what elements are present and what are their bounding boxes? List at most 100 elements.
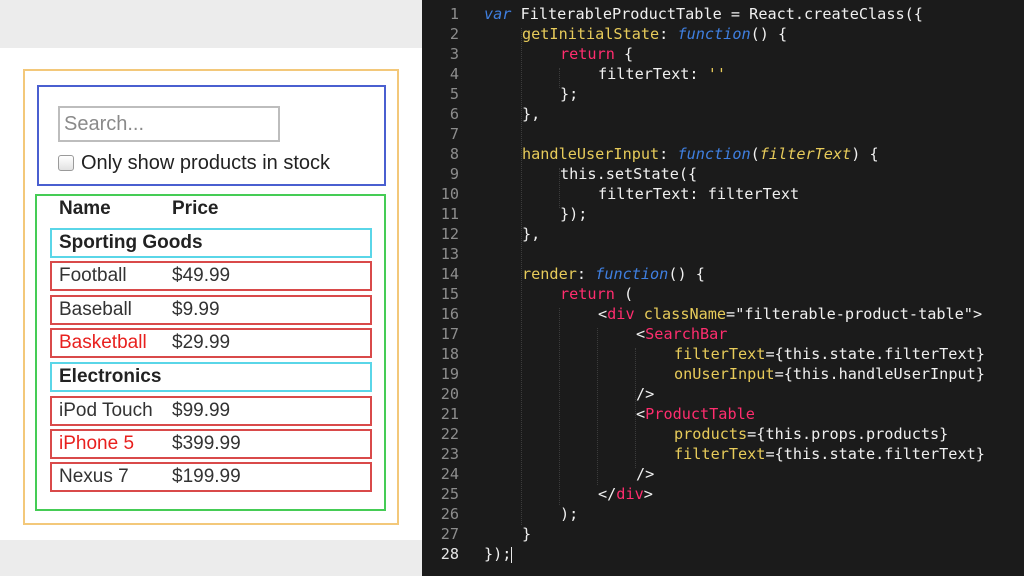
code-line: 15 return ( [422, 284, 1024, 304]
jsx-attribute: filterText [674, 345, 766, 363]
code-line: 2 getInitialState: function() { [422, 24, 1024, 44]
code-text: < [636, 405, 646, 423]
string-literal: "filterable-product-table" [735, 305, 973, 323]
code-line: 13 [422, 244, 1024, 264]
line-number: 20 [440, 385, 459, 403]
line-number: 1 [449, 5, 459, 23]
code-text: = [726, 305, 736, 323]
product-name-out-of-stock: iPhone 5 [59, 433, 135, 454]
mockup-canvas: Only show products in stock Name Price S… [0, 48, 422, 540]
jsx-attribute: onUserInput [674, 365, 775, 383]
category-row-label: Electronics [59, 366, 162, 387]
line-number: 27 [440, 525, 459, 543]
code-text: }); [560, 205, 588, 223]
function-name: getInitialState [522, 25, 660, 43]
code-line: 5}; [422, 84, 1024, 104]
line-number: 11 [440, 205, 459, 223]
line-number: 23 [440, 445, 459, 463]
in-stock-checkbox[interactable] [58, 155, 74, 171]
code-text: }); [484, 545, 512, 563]
function-name: handleUserInput [522, 145, 660, 163]
line-number: 14 [440, 265, 459, 283]
line-number: 4 [449, 65, 459, 83]
code-text: : [659, 25, 678, 43]
code-line: 27} [422, 524, 1024, 544]
line-number: 13 [440, 245, 459, 263]
code-line: 1 var FilterableProductTable = React.crea… [422, 4, 1024, 24]
code-text: } [522, 525, 532, 543]
code-text: ={this.handleUserInput} [774, 365, 985, 383]
keyword: var [484, 5, 512, 23]
code-text: this.setState({ [560, 165, 698, 183]
code-text: > [972, 305, 983, 323]
code-text: ) { [851, 145, 879, 163]
jsx-attribute: products [674, 425, 748, 443]
search-input[interactable] [58, 106, 280, 142]
code-line: 21 <ProductTable [422, 404, 1024, 424]
code-text: ={this.state.filterText} [765, 445, 985, 463]
product-price: $199.99 [172, 466, 241, 487]
code-line: 11}); [422, 204, 1024, 224]
code-line: 18 filterText={this.state.filterText} [422, 344, 1024, 364]
code-text: < [598, 305, 608, 323]
product-price: $9.99 [172, 299, 220, 320]
code-text: { [614, 45, 634, 63]
code-text: /> [636, 385, 655, 403]
line-number: 5 [449, 85, 459, 103]
in-stock-label: Only show products in stock [81, 151, 330, 174]
code-line: 26); [422, 504, 1024, 524]
code-line: 4 filterText: '' [422, 64, 1024, 84]
code-line: 12}, [422, 224, 1024, 244]
jsx-tag: div [607, 305, 635, 323]
code-line: 8 handleUserInput: function(filterText) { [422, 144, 1024, 164]
line-number: 12 [440, 225, 459, 243]
keyword: return [560, 285, 615, 303]
line-number: 2 [449, 25, 459, 43]
in-stock-filter[interactable]: Only show products in stock [58, 150, 330, 176]
code-editor[interactable]: 1 var FilterableProductTable = React.crea… [422, 0, 1024, 576]
jsx-attribute: filterText [674, 445, 766, 463]
code-line: 14 render: function() { [422, 264, 1024, 284]
line-number: 26 [440, 505, 459, 523]
line-number: 19 [440, 365, 459, 383]
line-number: 8 [449, 145, 459, 163]
code-line: 23 filterText={this.state.filterText} [422, 444, 1024, 464]
code-text: < [636, 325, 646, 343]
code-text: }, [522, 105, 541, 123]
product-price: $29.99 [172, 332, 231, 353]
column-header-name: Name [59, 198, 111, 219]
code-line: 17 <SearchBar [422, 324, 1024, 344]
code-line: 3 return { [422, 44, 1024, 64]
column-header-price: Price [172, 198, 219, 219]
code-line-current: 28}); [422, 544, 1024, 564]
jsx-attribute: className [643, 305, 727, 323]
keyword: function [595, 265, 669, 283]
line-number: 17 [440, 325, 459, 343]
category-row-label: Sporting Goods [59, 232, 203, 253]
code-text: () { [668, 265, 705, 283]
line-number: 9 [449, 165, 459, 183]
jsx-tag: ProductTable [645, 405, 755, 423]
code-text: /> [636, 465, 655, 483]
text-cursor [511, 546, 513, 563]
line-number-current: 28 [440, 545, 459, 563]
code-line: 9 this.setState({ [422, 164, 1024, 184]
code-text: ( [614, 285, 634, 303]
code-text: ( [750, 145, 760, 163]
code-line: 25 </div> [422, 484, 1024, 504]
code-text: </ [598, 485, 617, 503]
line-number: 18 [440, 345, 459, 363]
code-text: ={this.props.products} [747, 425, 949, 443]
code-text: FilterableProductTable = React.createCla… [511, 5, 923, 23]
line-number: 10 [440, 185, 459, 203]
line-number: 7 [449, 125, 459, 143]
line-number: 24 [440, 465, 459, 483]
line-number: 6 [449, 105, 459, 123]
product-name: Baseball [59, 299, 132, 320]
code-line: 16 <div className="filterable-product-tab… [422, 304, 1024, 324]
parameter: filterText [759, 145, 852, 163]
code-text: : [576, 265, 596, 283]
code-line: 22 products={this.props.products} [422, 424, 1024, 444]
line-number: 16 [440, 305, 459, 323]
